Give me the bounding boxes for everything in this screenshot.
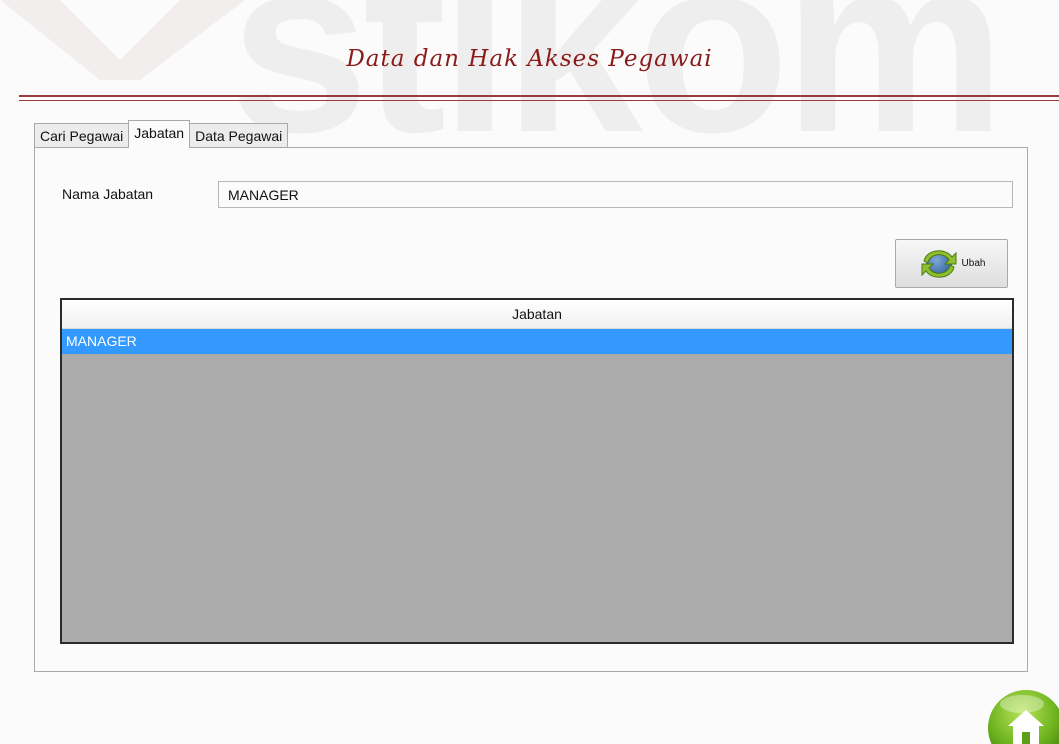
home-icon[interactable] [986, 686, 1059, 744]
jabatan-table: Jabatan MANAGER [60, 298, 1014, 644]
refresh-icon [921, 249, 957, 278]
page-title: Data dan Hak Akses Pegawai [346, 46, 713, 72]
table-row[interactable]: MANAGER [62, 329, 1012, 354]
tab-cari-pegawai[interactable]: Cari Pegawai [34, 123, 130, 147]
table-header-jabatan[interactable]: Jabatan [62, 300, 1012, 329]
ubah-button[interactable]: Ubah [895, 239, 1008, 288]
tab-data-pegawai[interactable]: Data Pegawai [189, 123, 289, 147]
title-divider [19, 95, 1059, 97]
ubah-button-label: Ubah [961, 258, 986, 269]
nama-jabatan-label: Nama Jabatan [62, 186, 154, 202]
title-divider-thin [19, 100, 1059, 101]
nama-jabatan-input[interactable] [218, 181, 1013, 208]
tab-jabatan[interactable]: Jabatan [128, 120, 191, 148]
tab-bar: Cari Pegawai Jabatan Data Pegawai [34, 120, 289, 148]
app-window: stikom SURABAYA Data dan Hak Akses Pegaw… [0, 0, 1059, 744]
